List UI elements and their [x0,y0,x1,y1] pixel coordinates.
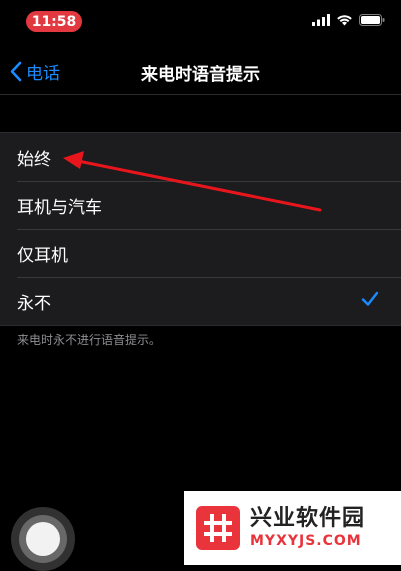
option-label: 始终 [17,149,51,170]
signal-icon [312,14,330,26]
watermark-logo-icon [196,506,240,550]
navigation-bar: 电话 来电时语音提示 [0,50,401,95]
options-list: 始终 耳机与汽车 仅耳机 永不 [0,132,401,326]
watermark: 兴业软件园 MYXYJS.COM [184,491,401,565]
assistive-touch-icon[interactable] [11,507,75,571]
battery-icon [359,14,385,26]
option-headphones-and-car[interactable]: 耳机与汽车 [0,181,401,229]
status-icons [312,14,385,26]
option-label: 永不 [17,293,51,314]
checkmark-icon [361,291,379,306]
watermark-name: 兴业软件园 [250,506,366,531]
option-label: 耳机与汽车 [17,197,102,218]
wifi-icon [337,15,352,26]
option-label: 仅耳机 [17,245,68,266]
footer-note: 来电时永不进行语音提示。 [17,333,162,347]
status-time[interactable]: 11:58 [26,11,82,32]
status-bar: 11:58 [0,0,401,44]
option-headphones-only[interactable]: 仅耳机 [0,229,401,277]
option-always[interactable]: 始终 [0,133,401,181]
page-title: 来电时语音提示 [141,65,260,85]
option-never[interactable]: 永不 [0,277,401,325]
watermark-url: MYXYJS.COM [250,533,362,549]
